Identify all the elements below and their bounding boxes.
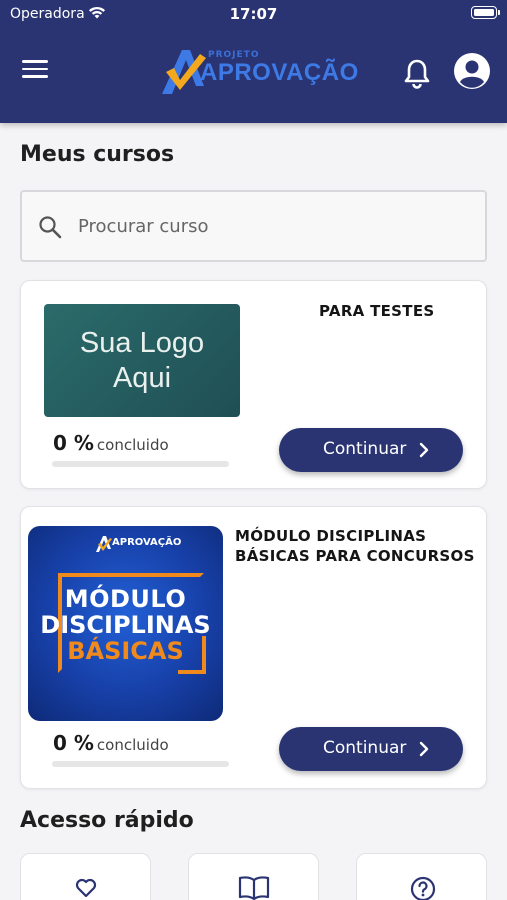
continue-button[interactable]: Continuar xyxy=(279,428,463,472)
thumbnail-text-line2: Aqui xyxy=(112,362,172,394)
course-thumbnail: APROVAÇÃO MÓDULO DISCIPLINAS BÁSICAS xyxy=(28,526,223,721)
search-input[interactable] xyxy=(78,206,468,246)
status-bar: Operadora 17:07 xyxy=(0,0,507,30)
continue-button-label: Continuar xyxy=(323,439,407,459)
course-title-line1: MÓDULO DISCIPLINAS xyxy=(235,527,427,545)
course-card[interactable]: Sua Logo Aqui PARA TESTES 0 % concluido C… xyxy=(20,280,487,489)
thumbnail-brand: APROVAÇÃO xyxy=(112,537,182,548)
thumbnail-text-line1: Sua Logo xyxy=(79,327,205,359)
progress-value: 0 % xyxy=(53,431,94,455)
app-header: Operadora 17:07 PROJETO APROVAÇÃO xyxy=(0,0,507,123)
quick-access-title: Acesso rápido xyxy=(20,808,194,833)
continue-button[interactable]: Continuar xyxy=(279,727,463,771)
continue-button-label: Continuar xyxy=(323,738,407,758)
progress-value: 0 % xyxy=(53,731,94,755)
quick-access-help[interactable] xyxy=(356,853,487,900)
chevron-right-icon xyxy=(419,741,429,757)
app-logo: PROJETO APROVAÇÃO xyxy=(158,46,358,96)
progress-label: concluido xyxy=(96,736,169,754)
battery-icon xyxy=(471,6,500,19)
thumbnail-line2: DISCIPLINAS xyxy=(40,611,211,639)
quick-access-favorites[interactable] xyxy=(20,853,151,900)
account-circle-icon[interactable] xyxy=(453,52,491,90)
thumbnail-line1: MÓDULO xyxy=(64,585,187,613)
search-icon xyxy=(39,216,62,239)
help-circle-icon xyxy=(410,876,436,900)
thumbnail-line3: BÁSICAS xyxy=(67,637,184,665)
menu-icon[interactable] xyxy=(22,60,48,84)
progress-text: 0 % concluido xyxy=(53,731,169,755)
quick-access-library[interactable] xyxy=(188,853,319,900)
book-open-icon xyxy=(238,876,270,900)
courses-section-title: Meus cursos xyxy=(20,142,175,167)
bell-icon[interactable] xyxy=(401,57,433,89)
progress-bar xyxy=(52,761,229,767)
course-thumbnail: Sua Logo Aqui xyxy=(44,304,240,417)
progress-label: concluido xyxy=(96,436,169,454)
course-card[interactable]: APROVAÇÃO MÓDULO DISCIPLINAS BÁSICAS MÓD… xyxy=(20,506,487,789)
course-title: PARA TESTES xyxy=(319,302,435,320)
progress-bar xyxy=(52,461,229,467)
course-title: MÓDULO DISCIPLINAS BÁSICAS PARA CONCURSO… xyxy=(235,526,475,566)
chevron-right-icon xyxy=(419,442,429,458)
logo-main-text: APROVAÇÃO xyxy=(200,59,359,86)
search-box[interactable] xyxy=(20,190,487,262)
heart-icon xyxy=(75,878,97,898)
course-title-line2: BÁSICAS PARA CONCURSOS xyxy=(235,547,475,565)
clock: 17:07 xyxy=(229,5,278,23)
progress-text: 0 % concluido xyxy=(53,431,169,455)
